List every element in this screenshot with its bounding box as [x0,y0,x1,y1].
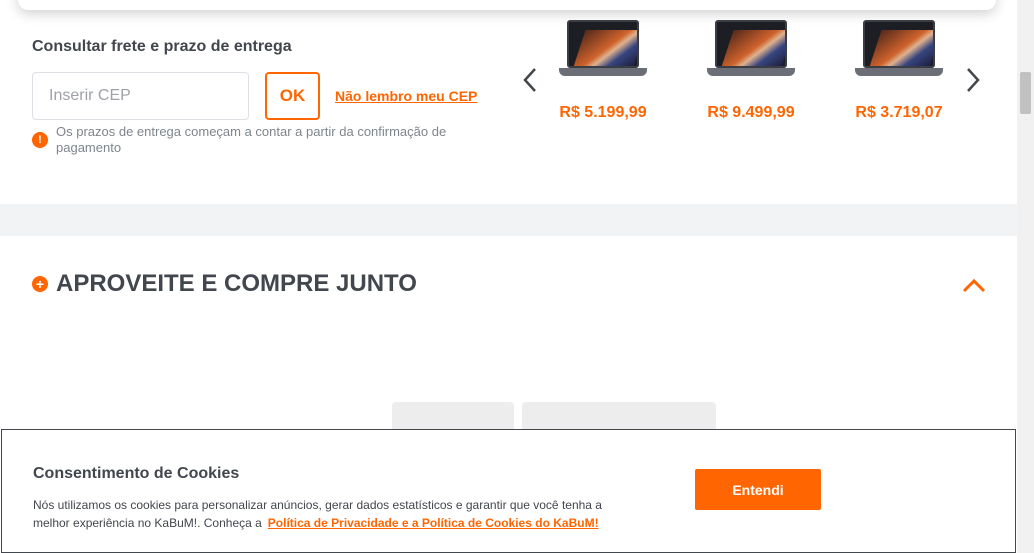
laptop-image [559,14,647,84]
product-price: R$ 9.499,99 [707,104,795,121]
cookie-title: Consentimento de Cookies [33,465,240,482]
section-divider [0,204,1017,236]
shipping-title: Consultar frete e prazo de entrega [32,38,292,55]
carousel-product[interactable]: R$ 3.719,07 [839,14,959,122]
plus-circle-icon: + [32,276,48,292]
ok-button[interactable]: OK [265,72,320,120]
product-price: R$ 5.199,99 [559,104,647,121]
cookie-banner: Consentimento de Cookies Nós utilizamos … [1,429,1016,553]
forgot-cep-link[interactable]: Não lembro meu CEP [335,88,477,104]
carousel-product[interactable]: R$ 9.499,99 [691,14,811,122]
section-header: + APROVEITE E COMPRE JUNTO [32,270,417,298]
cep-input[interactable] [32,72,249,120]
product-price: R$ 3.719,07 [855,104,943,121]
carousel-product[interactable]: R$ 5.199,99 [543,14,663,122]
accept-cookies-button[interactable]: Entendi [695,469,821,510]
laptop-image [707,14,795,84]
cookie-text: Nós utilizamos os cookies para personali… [33,496,623,532]
chevron-up-icon[interactable] [960,275,988,295]
chevron-left-icon[interactable] [518,64,542,96]
product-page: Consultar frete e prazo de entrega OK Nã… [0,0,1034,553]
scroll-thumb[interactable] [1020,72,1031,114]
scrollbar[interactable] [1017,0,1034,553]
alert-icon: ! [32,132,48,148]
laptop-image [855,14,943,84]
chevron-right-icon[interactable] [961,64,985,96]
shipping-notice-text: Os prazos de entrega começam a contar a … [56,124,447,155]
shipping-notice: ! Os prazos de entrega começam a contar … [32,124,482,156]
top-card [18,0,996,10]
privacy-policy-link[interactable]: Política de Privacidade e a Política de … [268,516,599,530]
section-title: APROVEITE E COMPRE JUNTO [56,270,417,297]
